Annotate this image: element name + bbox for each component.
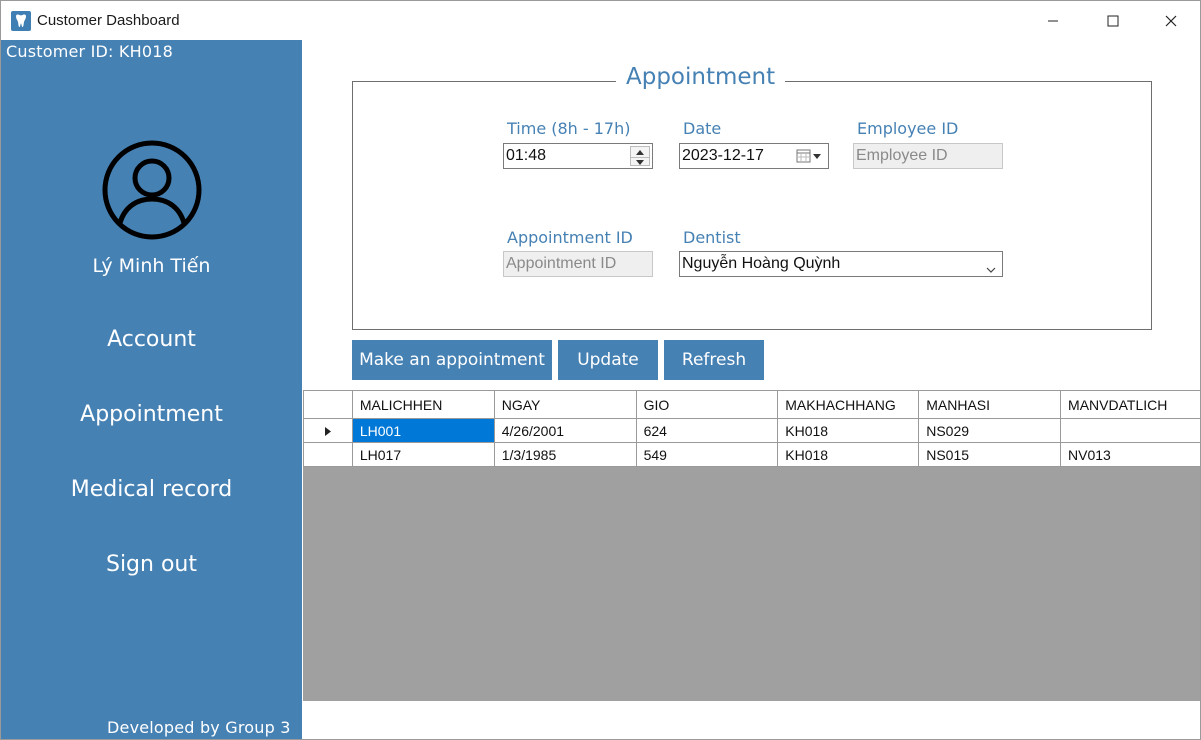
customer-id-label: Customer ID: KH018 [6,42,173,61]
title-bar: Customer Dashboard [1,1,1200,40]
update-button[interactable]: Update [558,340,658,380]
nav-medical-record[interactable]: Medical record [1,477,302,502]
employee-id-label: Employee ID [857,119,959,138]
main-panel: Appointment Time (8h - 17h) 01:48 Date 2… [302,40,1200,739]
table-cell[interactable]: 549 [635,442,779,467]
column-header[interactable]: NGAY [493,390,637,419]
table-cell[interactable]: LH017 [351,442,495,467]
column-header[interactable]: MALICHHEN [351,390,495,419]
appointments-grid[interactable]: MALICHHEN NGAY GIO MAKHACHHANG MANHASI M… [303,390,1200,701]
nav-appointment[interactable]: Appointment [1,402,302,427]
column-header[interactable]: MANVDATLICH [1060,390,1200,419]
close-icon [1165,15,1177,26]
date-value: 2023-12-17 [682,147,764,164]
minimize-icon [1048,20,1058,21]
table-row[interactable]: LH001 4/26/2001 624 KH018 NS029 [303,418,1200,443]
appointment-id-placeholder: Appointment ID [506,255,617,272]
time-picker[interactable]: 01:48 [503,143,653,169]
dentist-value: Nguyễn Hoàng Quỳnh [682,255,841,272]
tooth-app-icon [11,11,31,31]
nav-sign-out[interactable]: Sign out [1,552,302,577]
row-header[interactable] [303,418,353,443]
user-name: Lý Minh Tiến [92,255,211,277]
employee-id-field: Employee ID [853,143,1003,169]
time-value: 01:48 [506,147,547,164]
column-header[interactable]: GIO [635,390,779,419]
minimize-button[interactable] [1023,1,1083,40]
time-label: Time (8h - 17h) [507,119,631,138]
maximize-button[interactable] [1083,1,1143,40]
spin-up-icon[interactable] [631,147,649,157]
table-cell[interactable]: LH001 [351,418,495,443]
table-cell[interactable] [1060,418,1200,443]
groupbox-title: Appointment [616,64,786,90]
calendar-dropdown-icon[interactable] [796,149,822,168]
appointments-table: MALICHHEN NGAY GIO MAKHACHHANG MANHASI M… [303,390,1200,467]
row-header[interactable] [303,442,353,467]
grid-corner-cell [303,390,353,419]
table-row[interactable]: LH017 1/3/1985 549 KH018 NS015 NV013 [303,442,1200,467]
appointment-id-label: Appointment ID [507,228,633,247]
date-picker[interactable]: 2023-12-17 [679,143,829,169]
spin-down-icon[interactable] [631,157,649,167]
appointment-id-field: Appointment ID [503,251,653,277]
sidebar: Customer ID: KH018 Lý Minh Tiến Account … [1,40,302,739]
table-cell[interactable]: 1/3/1985 [493,442,637,467]
date-label: Date [683,119,722,138]
window-title: Customer Dashboard [37,12,180,29]
table-cell[interactable]: NS015 [918,442,1062,467]
refresh-button[interactable]: Refresh [664,340,764,380]
time-spinner[interactable] [630,146,650,166]
table-cell[interactable]: NS029 [918,418,1062,443]
table-cell[interactable]: 4/26/2001 [493,418,637,443]
table-cell[interactable]: 624 [635,418,779,443]
nav-account[interactable]: Account [1,327,302,352]
close-button[interactable] [1141,1,1200,40]
chevron-down-icon [986,260,996,278]
maximize-icon [1107,15,1119,26]
user-avatar-icon [101,139,203,241]
column-header[interactable]: MAKHACHHANG [777,390,920,419]
table-cell[interactable]: KH018 [777,418,920,443]
dentist-select[interactable]: Nguyễn Hoàng Quỳnh [679,251,1003,277]
dentist-label: Dentist [683,228,741,247]
appointment-groupbox [352,81,1152,330]
footer-credit: Developed by Group 3 [107,718,291,737]
column-header[interactable]: MANHASI [918,390,1062,419]
table-cell[interactable]: KH018 [777,442,920,467]
table-cell[interactable]: NV013 [1060,442,1200,467]
customer-dashboard-window: Customer Dashboard Customer ID: KH018 Lý… [0,0,1201,740]
make-appointment-button[interactable]: Make an appointment [352,340,552,380]
employee-id-placeholder: Employee ID [856,147,948,164]
grid-header-row: MALICHHEN NGAY GIO MAKHACHHANG MANHASI M… [303,390,1200,419]
current-row-arrow-icon [324,426,331,436]
